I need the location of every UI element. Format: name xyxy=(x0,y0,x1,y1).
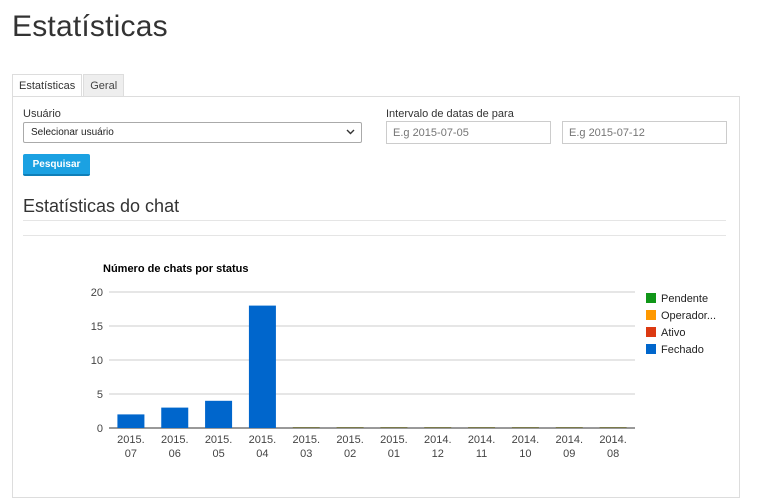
statistics-panel: Usuário Selecionar usuário Intervalo de … xyxy=(12,96,740,498)
legend-swatch xyxy=(646,293,656,303)
legend-swatch xyxy=(646,310,656,320)
date-to-input[interactable] xyxy=(562,121,727,144)
legend-swatch xyxy=(646,327,656,337)
bar-zero xyxy=(511,427,539,428)
bar-zero xyxy=(380,427,408,428)
x-tick-label: 01 xyxy=(388,448,400,460)
x-tick-label: 2015. xyxy=(161,434,189,446)
x-tick-label: 2015. xyxy=(292,434,320,446)
chevron-down-icon xyxy=(346,129,355,135)
divider xyxy=(23,235,726,236)
x-tick-label: 08 xyxy=(607,448,619,460)
tab-geral[interactable]: Geral xyxy=(83,74,125,97)
x-tick-label: 2015. xyxy=(117,434,145,446)
page-title: Estatísticas xyxy=(12,10,168,43)
user-select[interactable]: Selecionar usuário xyxy=(23,122,362,143)
x-tick-label: 11 xyxy=(476,448,487,460)
x-tick-label: 2015. xyxy=(205,434,233,446)
bar-fechado[interactable] xyxy=(205,400,233,428)
tab-bar: Estatísticas Geral xyxy=(12,74,125,98)
y-tick-label: 20 xyxy=(91,287,103,299)
x-tick-label: 10 xyxy=(519,448,531,460)
date-range-label: Intervalo de datas de para xyxy=(386,108,514,120)
bar-zero xyxy=(468,427,496,428)
bar-zero xyxy=(336,427,364,428)
x-tick-label: 07 xyxy=(125,448,137,460)
date-from-input[interactable] xyxy=(386,121,551,144)
y-tick-label: 15 xyxy=(91,321,103,333)
x-tick-label: 03 xyxy=(300,448,312,460)
legend-swatch xyxy=(646,344,656,354)
bar-zero xyxy=(599,427,627,428)
y-tick-label: 10 xyxy=(91,355,103,367)
section-title: Estatísticas do chat xyxy=(23,196,180,216)
x-tick-label: 12 xyxy=(432,448,444,460)
x-tick-label: 2015. xyxy=(336,434,364,446)
x-tick-label: 2014. xyxy=(599,434,627,446)
x-tick-label: 2014. xyxy=(512,434,540,446)
bar-fechado[interactable] xyxy=(117,414,145,428)
chart-title: Número de chats por status xyxy=(103,263,248,275)
bar-fechado[interactable] xyxy=(161,407,189,428)
legend-label: Operador... xyxy=(661,310,716,322)
search-button[interactable]: Pesquisar xyxy=(23,154,90,176)
bar-fechado[interactable] xyxy=(248,305,276,428)
chats-by-status-chart: Número de chats por status 05101520 2015… xyxy=(91,263,716,460)
user-label: Usuário xyxy=(23,108,61,120)
divider xyxy=(23,220,726,221)
x-tick-label: 2015. xyxy=(249,434,277,446)
tab-estatisticas[interactable]: Estatísticas xyxy=(12,74,83,98)
x-tick-label: 2014. xyxy=(468,434,496,446)
legend-label: Fechado xyxy=(661,344,704,356)
x-tick-label: 05 xyxy=(212,448,224,460)
x-tick-label: 09 xyxy=(563,448,575,460)
x-tick-label: 2014. xyxy=(424,434,452,446)
y-tick-label: 0 xyxy=(97,423,103,435)
bar-zero xyxy=(555,427,583,428)
y-tick-label: 5 xyxy=(97,389,103,401)
user-select-value: Selecionar usuário xyxy=(31,127,114,138)
x-tick-label: 2014. xyxy=(555,434,583,446)
x-tick-label: 2015. xyxy=(380,434,408,446)
bar-zero xyxy=(424,427,452,428)
bar-zero xyxy=(292,427,320,428)
x-tick-label: 02 xyxy=(344,448,356,460)
x-tick-label: 06 xyxy=(169,448,181,460)
legend-label: Ativo xyxy=(661,327,685,339)
legend-label: Pendente xyxy=(661,293,708,305)
x-tick-label: 04 xyxy=(256,448,268,460)
